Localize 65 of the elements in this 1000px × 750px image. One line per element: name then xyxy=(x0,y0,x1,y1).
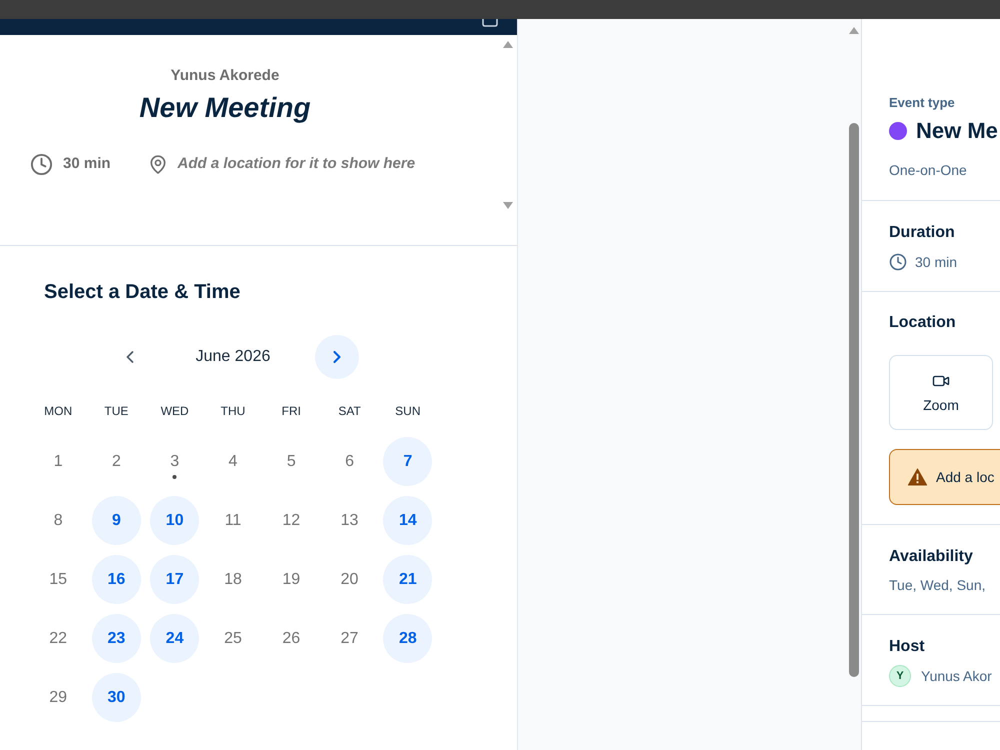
event-name: New Me xyxy=(916,117,998,145)
unavailable-date: 25 xyxy=(224,628,242,648)
calendar-day[interactable]: 24 xyxy=(150,614,200,663)
calendar-day[interactable]: 14 xyxy=(383,496,432,545)
host-avatar: Y xyxy=(889,665,911,687)
scroll-up-arrow-icon[interactable] xyxy=(848,27,858,34)
section-title: Host xyxy=(889,637,925,657)
section-title: Availability xyxy=(889,547,973,567)
unavailable-date: 5 xyxy=(286,452,296,472)
duration-value: 30 min xyxy=(915,253,958,272)
event-type-label: Event type xyxy=(889,95,955,111)
calendar-day[interactable]: 30 xyxy=(92,673,141,722)
calendar-day[interactable]: 16 xyxy=(92,555,141,604)
unavailable-date: 20 xyxy=(340,570,358,590)
calendar-day[interactable]: 21 xyxy=(383,555,432,604)
unavailable-date: 8 xyxy=(54,510,63,530)
unavailable-date: 12 xyxy=(282,510,300,530)
warning-icon xyxy=(908,468,927,486)
unavailable-date: 18 xyxy=(224,570,242,590)
unavailable-date: 11 xyxy=(224,510,242,530)
duration-text: 30 min xyxy=(63,154,111,174)
section-title: Location xyxy=(889,313,956,333)
unavailable-date: 27 xyxy=(340,628,358,648)
clock-icon xyxy=(30,152,53,176)
calendar-day[interactable]: 17 xyxy=(150,555,200,604)
location-pin-icon xyxy=(148,152,168,176)
unavailable-date: 13 xyxy=(340,510,358,530)
clock-icon xyxy=(889,253,907,271)
section-title: Duration xyxy=(889,223,955,243)
weekday-label: FRI xyxy=(282,403,301,419)
calendar-day[interactable]: 23 xyxy=(92,614,141,663)
location-option-card[interactable]: Zoom xyxy=(889,355,993,430)
scroll-up-arrow-icon[interactable] xyxy=(503,41,513,48)
unavailable-date: 26 xyxy=(282,628,300,648)
weekday-label: TUE xyxy=(104,403,128,419)
weekday-label: MON xyxy=(44,403,72,419)
calendar-day[interactable]: 28 xyxy=(383,614,432,663)
unavailable-date: 1 xyxy=(54,452,63,472)
scroll-down-arrow-icon[interactable] xyxy=(503,202,513,209)
weekday-label: WED xyxy=(160,403,189,419)
month-label: June 2026 xyxy=(194,347,272,367)
unavailable-date: 2 xyxy=(112,452,121,472)
weekday-label: SUN xyxy=(395,403,421,419)
unavailable-date: 15 xyxy=(49,570,68,590)
unavailable-date: 4 xyxy=(228,452,238,472)
weekday-label: THU xyxy=(220,403,246,419)
unavailable-date: 3 xyxy=(170,452,180,472)
section-heading: Select a Date & Time xyxy=(44,280,240,305)
location-hint: Add a location for it to show here xyxy=(178,154,416,174)
calendar-day[interactable]: 9 xyxy=(92,496,141,545)
event-title: New Meeting xyxy=(139,91,311,125)
availability-days: Tue, Wed, Sun, xyxy=(889,575,986,595)
warning-text: Add a loc xyxy=(936,468,994,487)
event-kind: One-on-One xyxy=(889,161,967,180)
host-name: Yunus Akor xyxy=(921,667,992,686)
host-name: Yunus Akorede xyxy=(170,66,280,86)
unavailable-date: 22 xyxy=(49,628,68,648)
banner-icon xyxy=(482,19,498,27)
unavailable-date: 6 xyxy=(345,452,354,472)
unavailable-date: 19 xyxy=(282,570,300,590)
weekday-label: SAT xyxy=(338,403,361,419)
calendar-day[interactable]: 10 xyxy=(150,496,200,545)
calendar-day[interactable]: 7 xyxy=(383,437,432,486)
unavailable-date: 29 xyxy=(49,688,68,708)
scrollbar-thumb[interactable] xyxy=(848,123,858,677)
